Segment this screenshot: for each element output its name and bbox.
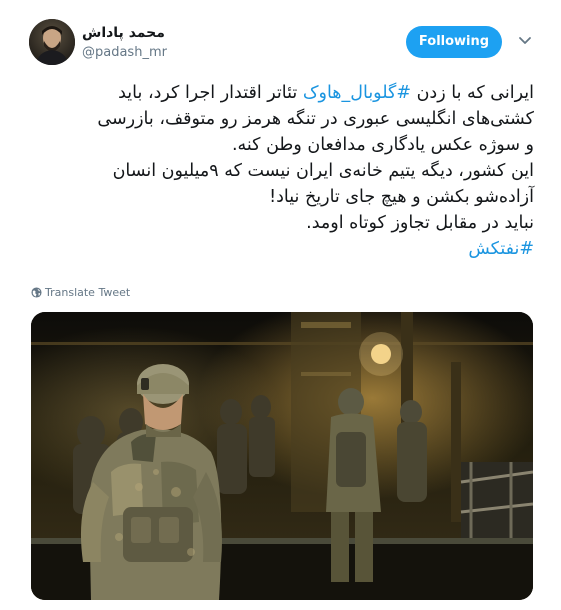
tweet-line-2: کشتی‌های انگلیسی عبوری در تنگه هرمز رو م… [97, 109, 534, 129]
tweet-text: ایرانی که با زدن #گلوبال_هاوک تئاتر اقتد… [28, 80, 534, 262]
hashtag-link-tanker[interactable]: #نفتکش [468, 239, 534, 259]
chevron-down-icon[interactable] [517, 34, 533, 48]
tweet-line-4: این کشور، دیگه یتیم خانه‌ی ایران نیست که… [112, 161, 534, 181]
tweet-line-6: نباید در مقابل تجاوز کوتاه اومد. [306, 213, 534, 233]
globe-icon [31, 287, 42, 298]
tweet-text-segment: ایرانی که با زدن [411, 83, 534, 103]
avatar-image [29, 19, 75, 65]
tweet-line-5: آزاده‌شو بکشن و هیچ جای تاریخ نیاد! [269, 187, 534, 207]
tweet-photo[interactable] [31, 312, 533, 600]
tweet-text-segment: تئاتر اقتدار اجرا کرد، باید [118, 83, 303, 103]
following-button[interactable]: Following [406, 26, 502, 58]
tweet-line-3: و سوژه عکس یادگاری مدافعان وطن کنه. [231, 135, 534, 155]
avatar[interactable] [29, 19, 75, 65]
tweet-line-1: ایرانی که با زدن #گلوبال_هاوک تئاتر اقتد… [28, 80, 534, 106]
user-display-name[interactable]: محمد پاداش [82, 25, 165, 41]
tweet-card: محمد پاداش @padash_mr Following ایرانی ک… [0, 0, 561, 610]
hashtag-link-global-hawk[interactable]: #گلوبال_هاوک [303, 83, 411, 103]
tweet-line-7: #نفتکش [28, 236, 534, 262]
soldiers-on-ship-photo [31, 312, 533, 600]
translate-tweet-label: Translate Tweet [45, 286, 131, 299]
user-handle[interactable]: @padash_mr [82, 45, 167, 61]
translate-tweet-link[interactable]: Translate Tweet [31, 286, 130, 300]
